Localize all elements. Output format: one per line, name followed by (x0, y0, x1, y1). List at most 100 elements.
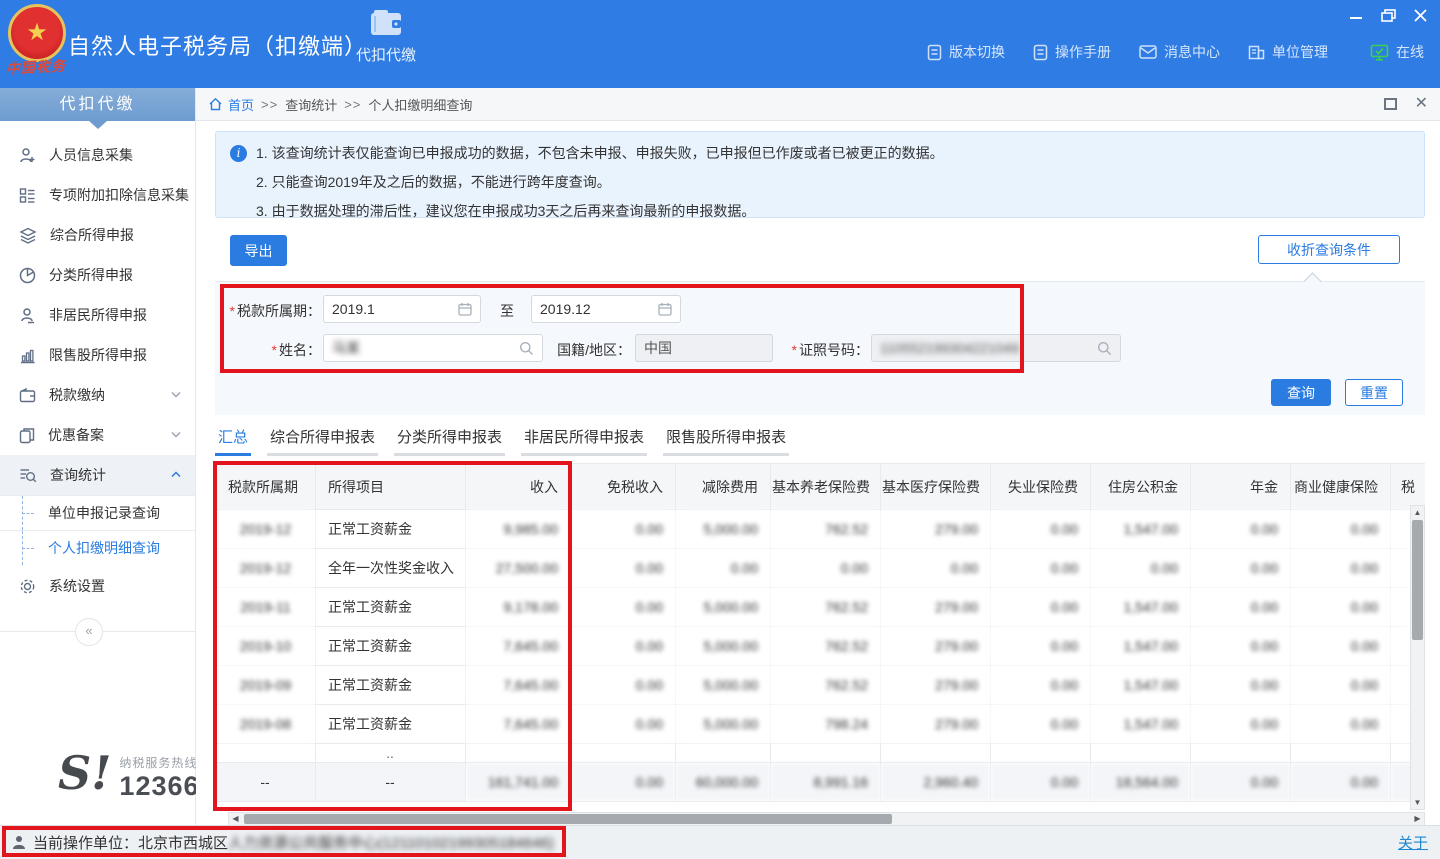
period-cell (216, 744, 316, 763)
about-link[interactable]: 关于 (1398, 832, 1428, 853)
nav-label: 操作手册 (1055, 42, 1111, 62)
id-number-input[interactable]: 110552199304221049 (871, 334, 1121, 362)
panel-close-icon[interactable]: ✕ (1415, 96, 1428, 112)
monitor-check-icon (1370, 44, 1389, 61)
nationality-input[interactable]: 中国 (635, 334, 773, 362)
amount-cell: 0.00 (1191, 588, 1291, 627)
tab-withholding-module[interactable]: 代扣代缴 (338, 8, 434, 86)
search-button[interactable]: 查询 (1271, 379, 1331, 406)
tab-classified-income[interactable]: 分类所得申报表 (394, 426, 505, 456)
sidebar-item-preferential-record[interactable]: 优惠备案 (0, 415, 195, 455)
search-icon[interactable] (1097, 341, 1112, 356)
online-status[interactable]: 在线 (1370, 42, 1424, 62)
person-add-icon (19, 147, 36, 164)
vertical-scrollbar[interactable]: ▲ ▼ (1410, 505, 1425, 810)
sidebar-item-query-statistics[interactable]: 查询统计 (0, 455, 195, 495)
amount-cell: 279.00 (881, 666, 991, 705)
amount-cell: 8,991.16 (771, 763, 881, 802)
nav-version-switch[interactable]: 版本切换 (927, 42, 1005, 62)
sidebar-item-label: 优惠备案 (48, 425, 104, 445)
window-controls (1348, 8, 1428, 22)
person-icon (19, 307, 36, 324)
calendar-icon[interactable] (658, 302, 672, 316)
col-header: 商业健康保险 (1291, 464, 1391, 510)
status-bar: 当前操作单位：北京市西城区人力资源公共服务中心(1211010219930518… (0, 825, 1440, 859)
minimize-icon[interactable] (1348, 8, 1364, 22)
amount-cell: 762.52 (771, 588, 881, 627)
vertical-scroll-thumb[interactable] (1412, 520, 1423, 640)
period-from-input[interactable]: 2019.1 (323, 295, 481, 323)
tax-hotline-logo: S! 纳税服务热线 12366 (58, 750, 200, 802)
amount-cell (1291, 744, 1391, 763)
tab-restricted-shares[interactable]: 限售股所得申报表 (663, 426, 789, 456)
tree-guide-line (22, 513, 34, 514)
amount-cell: 0.00 (571, 705, 676, 744)
result-table: 税款所属期 所得项目 收入 免税收入 减除费用 基本养老保险费 基本医疗保险费 … (215, 463, 1425, 802)
amount-cell: 0.00 (571, 666, 676, 705)
amount-cell: 0.00 (1191, 510, 1291, 549)
panel-maximize-icon[interactable] (1384, 98, 1397, 110)
user-icon (12, 835, 26, 850)
tab-summary[interactable]: 汇总 (215, 426, 251, 456)
sidebar-item-nonresident-income[interactable]: 非居民所得申报 (0, 295, 195, 335)
wallet-icon (19, 388, 36, 403)
income-item-cell: 正常工资薪金 (316, 666, 466, 705)
sidebar-item-restricted-shares[interactable]: 限售股所得申报 (0, 335, 195, 375)
amount-cell: 0.00 (771, 549, 881, 588)
col-header: 住房公积金 (1091, 464, 1191, 510)
layers-icon (19, 227, 37, 244)
restore-icon[interactable] (1380, 8, 1396, 22)
chevron-down-icon (171, 431, 181, 438)
horizontal-scrollbar[interactable]: ◀ ▶ (228, 812, 1425, 826)
period-to-label: 至 (497, 301, 517, 321)
period-cell: 2019-11 (216, 588, 316, 627)
breadcrumb: 首页 >> 查询统计 >> 个人扣缴明细查询 ✕ (196, 88, 1440, 121)
calendar-icon[interactable] (458, 302, 472, 316)
period-to-input[interactable]: 2019.12 (531, 295, 681, 323)
sidebar-item-tax-payment[interactable]: 税款缴纳 (0, 375, 195, 415)
name-input[interactable]: 马某 (323, 334, 543, 362)
sidebar-item-label: 人员信息采集 (49, 145, 133, 165)
period-cell: 2019-08 (216, 705, 316, 744)
scroll-down-arrow[interactable]: ▼ (1411, 796, 1424, 809)
income-item-cell: 正常工资薪金 (316, 510, 466, 549)
sidebar-subitem-unit-declaration-query[interactable]: 单位申报记录查询 (0, 495, 195, 530)
submenu-label: 个人扣缴明细查询 (48, 538, 160, 558)
scroll-left-arrow[interactable]: ◀ (229, 813, 242, 825)
sidebar-header: 代扣代缴 (0, 88, 195, 121)
export-button[interactable]: 导出 (230, 235, 287, 266)
amount-cell: 0.00 (1291, 549, 1391, 588)
col-header: 失业保险费 (991, 464, 1091, 510)
tab-nonresident-income[interactable]: 非居民所得申报表 (521, 426, 647, 456)
sidebar-item-special-deduction[interactable]: 专项附加扣除信息采集 (0, 175, 195, 215)
horizontal-scroll-thumb[interactable] (244, 814, 892, 824)
amount-cell: 279.00 (881, 588, 991, 627)
online-label: 在线 (1396, 42, 1424, 62)
amount-cell: 1,547.00 (1091, 510, 1191, 549)
sidebar-item-comprehensive-income[interactable]: 综合所得申报 (0, 215, 195, 255)
tab-comprehensive-income[interactable]: 综合所得申报表 (267, 426, 378, 456)
sidebar-item-classified-income[interactable]: 分类所得申报 (0, 255, 195, 295)
hotline-number: 12366 (119, 771, 199, 802)
sidebar-item-personnel-info[interactable]: 人员信息采集 (0, 135, 195, 175)
amount-cell: 0.00 (991, 666, 1091, 705)
amount-cell: 762.52 (771, 666, 881, 705)
collapse-query-button[interactable]: 收折查询条件 (1258, 235, 1400, 264)
sidebar-subitem-personal-withholding-detail-query[interactable]: 个人扣缴明细查询 (0, 530, 195, 565)
nav-message-center[interactable]: 消息中心 (1139, 42, 1220, 62)
breadcrumb-home-link[interactable]: 首页 (228, 95, 254, 114)
scroll-up-arrow[interactable]: ▲ (1411, 506, 1424, 519)
scroll-right-arrow[interactable]: ▶ (1411, 813, 1424, 825)
close-icon[interactable] (1412, 8, 1428, 22)
name-value: 马某 (332, 338, 519, 358)
sidebar-item-system-settings[interactable]: 系统设置 (0, 565, 195, 606)
collapse-sidebar-button[interactable]: « (75, 618, 103, 646)
search-icon[interactable] (519, 341, 534, 356)
amount-cell: 0.00 (1191, 627, 1291, 666)
nav-unit-management[interactable]: 单位管理 (1248, 42, 1328, 62)
amount-cell: 2,960.40 (881, 763, 991, 802)
app-header: ★ 中国税务 自然人电子税务局（扣缴端） 代扣代缴 版本切换 操作手册 (0, 0, 1440, 88)
nav-manual[interactable]: 操作手册 (1033, 42, 1111, 62)
reset-button[interactable]: 重置 (1345, 379, 1403, 406)
amount-cell: 5,000.00 (676, 588, 771, 627)
